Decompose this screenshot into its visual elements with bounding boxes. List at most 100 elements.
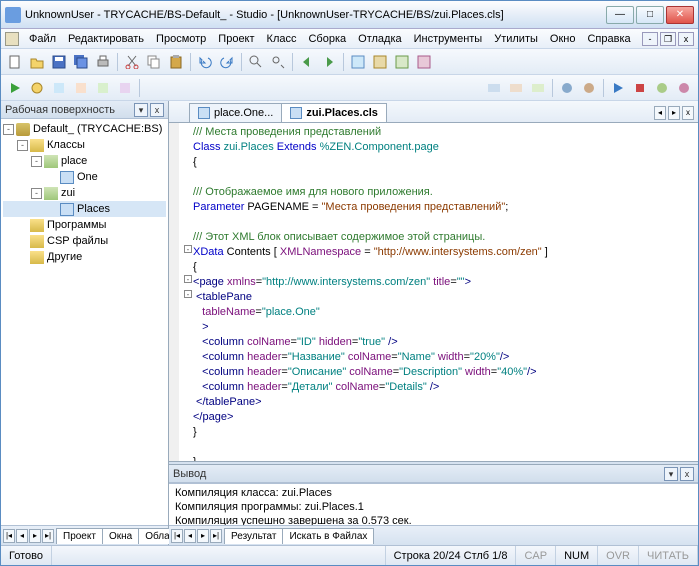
editor-tab-place-one[interactable]: place.One... xyxy=(189,103,282,122)
output-dropdown-button[interactable]: ▾ xyxy=(664,467,678,481)
output-title: Вывод xyxy=(173,468,206,480)
tb2-r8[interactable] xyxy=(652,78,672,98)
nav-next-button[interactable]: ▸ xyxy=(197,529,209,543)
tree-place-one[interactable]: One xyxy=(77,171,98,183)
tree-other[interactable]: Другие xyxy=(47,251,82,263)
tab-windows[interactable]: Окна xyxy=(102,528,139,544)
editor-tabstrip: place.One... zui.Places.cls ◂ ▸ x xyxy=(169,101,698,123)
forward-button[interactable] xyxy=(319,52,339,72)
nav-last-button[interactable]: ▸| xyxy=(210,529,222,543)
minimize-button[interactable]: — xyxy=(606,6,634,24)
tab-close-button[interactable]: x xyxy=(682,106,694,120)
workspace-tabs: |◂ ◂ ▸ ▸| Проект Окна Область xyxy=(1,525,168,545)
tree-zui[interactable]: zui xyxy=(61,187,75,199)
expand-icon[interactable]: - xyxy=(17,140,28,151)
undo-button[interactable] xyxy=(195,52,215,72)
tree-csp[interactable]: CSP файлы xyxy=(47,235,108,247)
fold-icon[interactable]: - xyxy=(184,245,192,253)
menu-edit[interactable]: Редактировать xyxy=(62,31,150,47)
paste-button[interactable] xyxy=(166,52,186,72)
tb2-d[interactable] xyxy=(93,78,113,98)
tree-classes[interactable]: Классы xyxy=(47,139,85,151)
tb2-c[interactable] xyxy=(71,78,91,98)
panel-dropdown-button[interactable]: ▾ xyxy=(134,103,148,117)
menu-project[interactable]: Проект xyxy=(212,31,260,47)
maximize-button[interactable]: □ xyxy=(636,6,664,24)
tb2-r2[interactable] xyxy=(506,78,526,98)
menu-build[interactable]: Сборка xyxy=(302,31,352,47)
output-body[interactable]: Компиляция класса: zui.PlacesКомпиляция … xyxy=(169,483,698,525)
tab-findinfiles[interactable]: Искать в Файлах xyxy=(282,528,374,544)
tb2-a[interactable] xyxy=(27,78,47,98)
tb2-r5[interactable] xyxy=(579,78,599,98)
menu-file[interactable]: Файл xyxy=(23,31,62,47)
copy-button[interactable] xyxy=(144,52,164,72)
menu-tools[interactable]: Инструменты xyxy=(408,31,489,47)
tree-zui-places[interactable]: Places xyxy=(77,203,110,215)
open-button[interactable] xyxy=(27,52,47,72)
tb-c[interactable] xyxy=(392,52,412,72)
child-restore-button[interactable]: ❐ xyxy=(660,32,676,46)
expand-icon[interactable]: - xyxy=(3,124,14,135)
find-button[interactable] xyxy=(246,52,266,72)
nav-next-button[interactable]: ▸ xyxy=(29,529,41,543)
child-close-button[interactable]: x xyxy=(678,32,694,46)
menu-class[interactable]: Класс xyxy=(261,31,303,47)
expand-icon[interactable]: - xyxy=(31,188,42,199)
tb2-e[interactable] xyxy=(115,78,135,98)
panel-close-button[interactable]: x xyxy=(150,103,164,117)
cut-button[interactable] xyxy=(122,52,142,72)
menu-view[interactable]: Просмотр xyxy=(150,31,212,47)
workspace-tree[interactable]: -Default_ (TRYCACHE:BS) -Классы -place O… xyxy=(1,119,168,525)
tb2-r9[interactable] xyxy=(674,78,694,98)
tb-a[interactable] xyxy=(348,52,368,72)
titlebar[interactable]: UnknownUser - TRYCACHE/BS-Default_ - Stu… xyxy=(1,1,698,29)
nav-first-button[interactable]: |◂ xyxy=(171,529,183,543)
tab-scroll-left-button[interactable]: ◂ xyxy=(654,106,666,120)
code-editor[interactable]: /// Места проведения представлений Class… xyxy=(169,123,698,461)
menu-debug[interactable]: Отладка xyxy=(352,31,407,47)
folder-icon xyxy=(30,219,44,232)
saveall-button[interactable] xyxy=(71,52,91,72)
tab-scroll-right-button[interactable]: ▸ xyxy=(668,106,680,120)
menu-help[interactable]: Справка xyxy=(581,31,636,47)
editor-panel: place.One... zui.Places.cls ◂ ▸ x /// Ме… xyxy=(169,101,698,545)
tb2-play[interactable] xyxy=(5,78,25,98)
print-button[interactable] xyxy=(93,52,113,72)
doc-icon xyxy=(5,32,19,46)
menu-window[interactable]: Окно xyxy=(544,31,582,47)
findnext-button[interactable] xyxy=(268,52,288,72)
fold-icon[interactable]: - xyxy=(184,290,192,298)
nav-prev-button[interactable]: ◂ xyxy=(184,529,196,543)
tree-root[interactable]: Default_ (TRYCACHE:BS) xyxy=(33,123,162,135)
editor-tab-zui-places[interactable]: zui.Places.cls xyxy=(281,103,387,122)
nav-prev-button[interactable]: ◂ xyxy=(16,529,28,543)
tb2-r6[interactable] xyxy=(608,78,628,98)
tb-b[interactable] xyxy=(370,52,390,72)
tb-d[interactable] xyxy=(414,52,434,72)
child-minimize-button[interactable]: - xyxy=(642,32,658,46)
nav-first-button[interactable]: |◂ xyxy=(3,529,15,543)
output-close-button[interactable]: x xyxy=(680,467,694,481)
class-icon xyxy=(60,203,74,216)
new-button[interactable] xyxy=(5,52,25,72)
tree-programs[interactable]: Программы xyxy=(47,219,106,231)
tb2-r4[interactable] xyxy=(557,78,577,98)
package-icon xyxy=(44,155,58,168)
save-button[interactable] xyxy=(49,52,69,72)
back-button[interactable] xyxy=(297,52,317,72)
tb2-r3[interactable] xyxy=(528,78,548,98)
fold-icon[interactable]: - xyxy=(184,275,192,283)
tb2-r7[interactable] xyxy=(630,78,650,98)
tb2-r1[interactable] xyxy=(484,78,504,98)
tab-result[interactable]: Результат xyxy=(224,528,283,544)
toolbar-main xyxy=(1,49,698,75)
tree-place[interactable]: place xyxy=(61,155,87,167)
expand-icon[interactable]: - xyxy=(31,156,42,167)
nav-last-button[interactable]: ▸| xyxy=(42,529,54,543)
tab-project[interactable]: Проект xyxy=(56,528,103,544)
tb2-b[interactable] xyxy=(49,78,69,98)
redo-button[interactable] xyxy=(217,52,237,72)
menu-utils[interactable]: Утилиты xyxy=(488,31,544,47)
close-button[interactable]: ✕ xyxy=(666,6,694,24)
